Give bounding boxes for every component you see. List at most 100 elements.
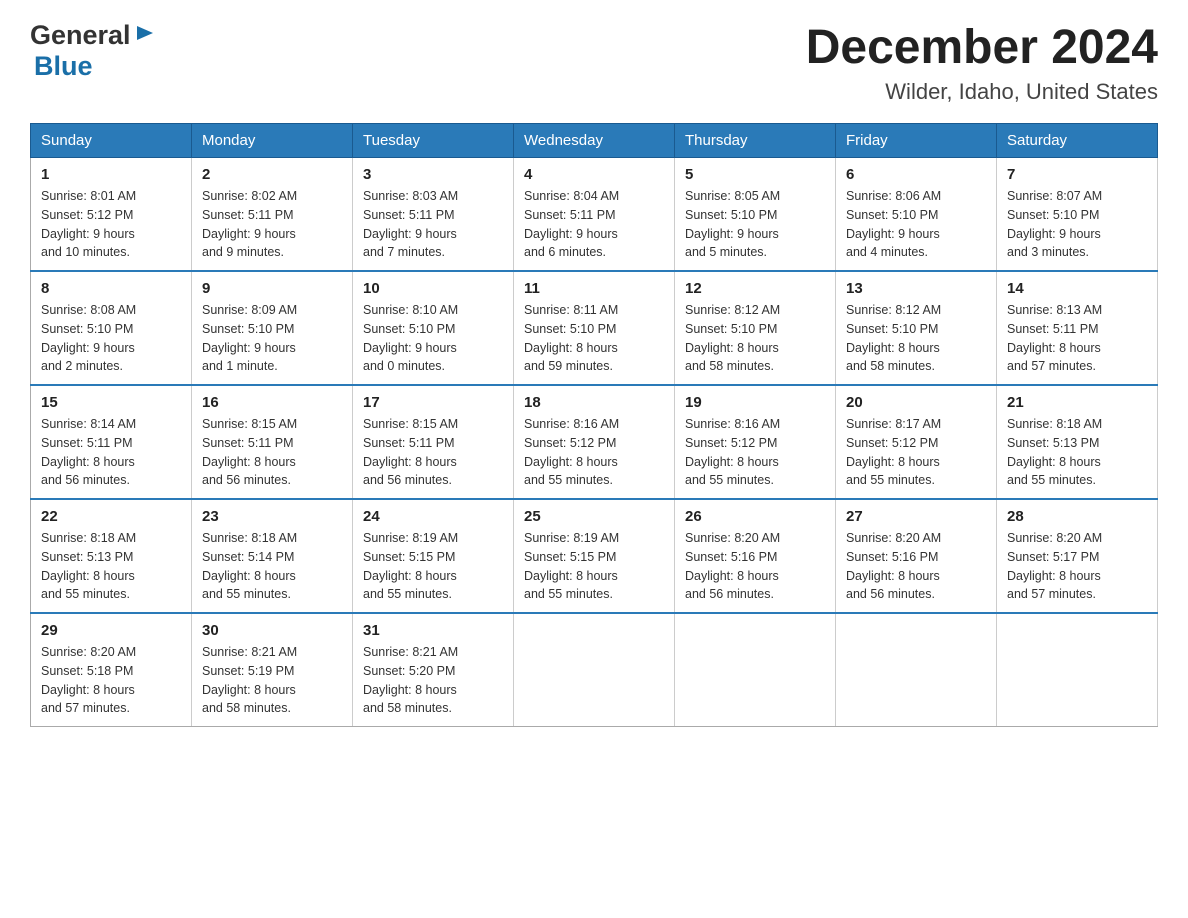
location-title: Wilder, Idaho, United States — [806, 79, 1158, 105]
calendar-cell: 24Sunrise: 8:19 AMSunset: 5:15 PMDayligh… — [353, 499, 514, 613]
day-number: 4 — [524, 166, 664, 183]
calendar-cell: 2Sunrise: 8:02 AMSunset: 5:11 PMDaylight… — [192, 158, 353, 272]
day-info: Sunrise: 8:12 AMSunset: 5:10 PMDaylight:… — [846, 301, 986, 376]
calendar-cell: 5 Sunrise: 8:05 AMSunset: 5:10 PMDaylight… — [675, 158, 836, 272]
day-number: 16 — [202, 394, 342, 411]
calendar-cell: 21 Sunrise: 8:18 AMSunset: 5:13 PMDayligh… — [997, 385, 1158, 499]
calendar-cell: 18 Sunrise: 8:16 AMSunset: 5:12 PMDayligh… — [514, 385, 675, 499]
day-info: Sunrise: 8:18 AMSunset: 5:13 PMDaylight:… — [41, 529, 181, 604]
calendar-week-row: 22Sunrise: 8:18 AMSunset: 5:13 PMDayligh… — [31, 499, 1158, 613]
day-number: 12 — [685, 280, 825, 297]
calendar-cell: 11 Sunrise: 8:11 AMSunset: 5:10 PMDayligh… — [514, 271, 675, 385]
calendar-cell: 8 Sunrise: 8:08 AMSunset: 5:10 PMDaylight… — [31, 271, 192, 385]
day-info: Sunrise: 8:15 AMSunset: 5:11 PMDaylight:… — [202, 415, 342, 490]
day-number: 18 — [524, 394, 664, 411]
day-number: 8 — [41, 280, 181, 297]
calendar-cell: 16 Sunrise: 8:15 AMSunset: 5:11 PMDayligh… — [192, 385, 353, 499]
title-block: December 2024 Wilder, Idaho, United Stat… — [806, 20, 1158, 105]
day-number: 28 — [1007, 508, 1147, 525]
day-number: 30 — [202, 622, 342, 639]
calendar-cell: 29 Sunrise: 8:20 AMSunset: 5:18 PMDayligh… — [31, 613, 192, 727]
col-header-saturday: Saturday — [997, 124, 1158, 158]
day-number: 10 — [363, 280, 503, 297]
calendar-week-row: 1Sunrise: 8:01 AMSunset: 5:12 PMDaylight… — [31, 158, 1158, 272]
day-number: 21 — [1007, 394, 1147, 411]
day-info: Sunrise: 8:02 AMSunset: 5:11 PMDaylight:… — [202, 187, 342, 262]
col-header-tuesday: Tuesday — [353, 124, 514, 158]
day-info: Sunrise: 8:18 AMSunset: 5:14 PMDaylight:… — [202, 529, 342, 604]
day-number: 6 — [846, 166, 986, 183]
calendar-cell: 13 Sunrise: 8:12 AMSunset: 5:10 PMDayligh… — [836, 271, 997, 385]
day-number: 7 — [1007, 166, 1147, 183]
calendar-cell: 20Sunrise: 8:17 AMSunset: 5:12 PMDayligh… — [836, 385, 997, 499]
calendar-cell: 19 Sunrise: 8:16 AMSunset: 5:12 PMDayligh… — [675, 385, 836, 499]
day-info: Sunrise: 8:14 AMSunset: 5:11 PMDaylight:… — [41, 415, 181, 490]
day-number: 5 — [685, 166, 825, 183]
day-number: 15 — [41, 394, 181, 411]
day-info: Sunrise: 8:20 AMSunset: 5:16 PMDaylight:… — [685, 529, 825, 604]
day-info: Sunrise: 8:19 AMSunset: 5:15 PMDaylight:… — [524, 529, 664, 604]
day-info: Sunrise: 8:09 AMSunset: 5:10 PMDaylight:… — [202, 301, 342, 376]
calendar-cell: 26 Sunrise: 8:20 AMSunset: 5:16 PMDayligh… — [675, 499, 836, 613]
day-info: Sunrise: 8:20 AMSunset: 5:17 PMDaylight:… — [1007, 529, 1147, 604]
calendar-cell — [836, 613, 997, 727]
logo-general-text: General — [30, 20, 131, 51]
calendar-cell: 12Sunrise: 8:12 AMSunset: 5:10 PMDayligh… — [675, 271, 836, 385]
day-info: Sunrise: 8:06 AMSunset: 5:10 PMDaylight:… — [846, 187, 986, 262]
day-number: 14 — [1007, 280, 1147, 297]
day-number: 29 — [41, 622, 181, 639]
col-header-sunday: Sunday — [31, 124, 192, 158]
day-info: Sunrise: 8:08 AMSunset: 5:10 PMDaylight:… — [41, 301, 181, 376]
calendar-cell: 15 Sunrise: 8:14 AMSunset: 5:11 PMDayligh… — [31, 385, 192, 499]
logo: General Blue — [30, 20, 157, 82]
calendar-cell: 23 Sunrise: 8:18 AMSunset: 5:14 PMDayligh… — [192, 499, 353, 613]
day-info: Sunrise: 8:19 AMSunset: 5:15 PMDaylight:… — [363, 529, 503, 604]
col-header-thursday: Thursday — [675, 124, 836, 158]
day-info: Sunrise: 8:20 AMSunset: 5:16 PMDaylight:… — [846, 529, 986, 604]
calendar-cell: 28 Sunrise: 8:20 AMSunset: 5:17 PMDayligh… — [997, 499, 1158, 613]
calendar-cell: 4Sunrise: 8:04 AMSunset: 5:11 PMDaylight… — [514, 158, 675, 272]
calendar-cell: 27Sunrise: 8:20 AMSunset: 5:16 PMDayligh… — [836, 499, 997, 613]
col-header-wednesday: Wednesday — [514, 124, 675, 158]
day-number: 26 — [685, 508, 825, 525]
calendar-cell: 22Sunrise: 8:18 AMSunset: 5:13 PMDayligh… — [31, 499, 192, 613]
day-info: Sunrise: 8:11 AMSunset: 5:10 PMDaylight:… — [524, 301, 664, 376]
day-number: 3 — [363, 166, 503, 183]
calendar-cell — [997, 613, 1158, 727]
day-info: Sunrise: 8:21 AMSunset: 5:20 PMDaylight:… — [363, 643, 503, 718]
day-info: Sunrise: 8:18 AMSunset: 5:13 PMDaylight:… — [1007, 415, 1147, 490]
day-info: Sunrise: 8:21 AMSunset: 5:19 PMDaylight:… — [202, 643, 342, 718]
calendar-week-row: 29 Sunrise: 8:20 AMSunset: 5:18 PMDayligh… — [31, 613, 1158, 727]
day-info: Sunrise: 8:15 AMSunset: 5:11 PMDaylight:… — [363, 415, 503, 490]
day-number: 19 — [685, 394, 825, 411]
day-info: Sunrise: 8:16 AMSunset: 5:12 PMDaylight:… — [685, 415, 825, 490]
col-header-friday: Friday — [836, 124, 997, 158]
day-number: 23 — [202, 508, 342, 525]
day-number: 9 — [202, 280, 342, 297]
calendar-cell: 1Sunrise: 8:01 AMSunset: 5:12 PMDaylight… — [31, 158, 192, 272]
page-header: General Blue December 2024 Wilder, Idaho… — [30, 20, 1158, 105]
calendar-header-row: SundayMondayTuesdayWednesdayThursdayFrid… — [31, 124, 1158, 158]
calendar-cell: 10 Sunrise: 8:10 AMSunset: 5:10 PMDayligh… — [353, 271, 514, 385]
day-number: 13 — [846, 280, 986, 297]
day-number: 11 — [524, 280, 664, 297]
day-info: Sunrise: 8:20 AMSunset: 5:18 PMDaylight:… — [41, 643, 181, 718]
day-number: 31 — [363, 622, 503, 639]
calendar-cell: 30 Sunrise: 8:21 AMSunset: 5:19 PMDayligh… — [192, 613, 353, 727]
day-info: Sunrise: 8:10 AMSunset: 5:10 PMDaylight:… — [363, 301, 503, 376]
calendar-cell — [675, 613, 836, 727]
day-info: Sunrise: 8:03 AMSunset: 5:11 PMDaylight:… — [363, 187, 503, 262]
calendar-week-row: 8 Sunrise: 8:08 AMSunset: 5:10 PMDaylight… — [31, 271, 1158, 385]
calendar-cell: 25Sunrise: 8:19 AMSunset: 5:15 PMDayligh… — [514, 499, 675, 613]
day-info: Sunrise: 8:05 AMSunset: 5:10 PMDaylight:… — [685, 187, 825, 262]
logo-arrow-icon — [135, 22, 157, 49]
day-info: Sunrise: 8:16 AMSunset: 5:12 PMDaylight:… — [524, 415, 664, 490]
month-title: December 2024 — [806, 20, 1158, 75]
calendar-cell: 9 Sunrise: 8:09 AMSunset: 5:10 PMDaylight… — [192, 271, 353, 385]
logo-blue-text: Blue — [34, 51, 93, 82]
calendar-cell: 6 Sunrise: 8:06 AMSunset: 5:10 PMDaylight… — [836, 158, 997, 272]
day-info: Sunrise: 8:17 AMSunset: 5:12 PMDaylight:… — [846, 415, 986, 490]
col-header-monday: Monday — [192, 124, 353, 158]
calendar-cell: 3 Sunrise: 8:03 AMSunset: 5:11 PMDaylight… — [353, 158, 514, 272]
calendar-cell — [514, 613, 675, 727]
